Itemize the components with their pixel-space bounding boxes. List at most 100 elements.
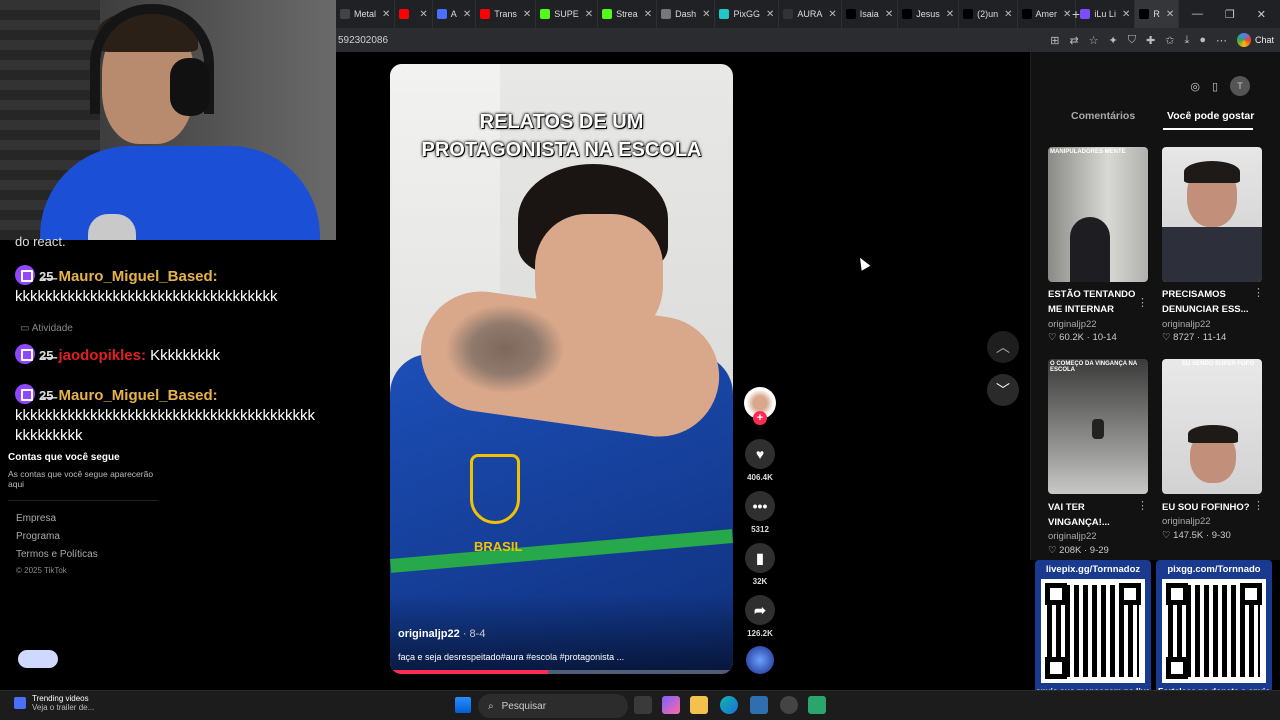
rec-author[interactable]: originaljp22 (1162, 319, 1211, 330)
share-button[interactable]: ➦ 126.2K (743, 595, 777, 638)
minimize-button[interactable]: — (1192, 8, 1203, 20)
edge-browser-icon[interactable] (720, 696, 738, 714)
coin-icon[interactable]: ◎ (1190, 80, 1200, 93)
copilot-app-icon[interactable] (662, 696, 680, 714)
browser-tab[interactable]: Trans ✕ (476, 0, 537, 28)
streamlabs-icon[interactable] (808, 696, 826, 714)
close-tab-icon[interactable]: ✕ (419, 9, 427, 20)
rec-thumbnail[interactable]: O COMEÇO DA VINGANÇA NA ESCOLA (1048, 359, 1148, 494)
rec-title[interactable]: VAI TER VINGANÇA!... (1048, 500, 1140, 530)
more-options-icon[interactable]: ⋮ (1253, 286, 1264, 299)
tab-favicon-icon (719, 9, 730, 19)
obs-studio-icon[interactable] (780, 696, 798, 714)
browser-tab[interactable]: Strea ✕ (598, 0, 658, 28)
browser-tab[interactable]: Amer ✕ (1018, 0, 1077, 28)
app-icon[interactable]: ⊞ (1050, 34, 1059, 47)
profile-icon[interactable]: ● (1199, 34, 1206, 46)
previous-video-button[interactable]: ︿ (987, 331, 1019, 363)
close-tab-icon[interactable]: ✕ (644, 9, 652, 20)
rec-title[interactable]: ESTÃO TENTANDO ME INTERNAR (1048, 287, 1140, 317)
more-options-icon[interactable]: ⋮ (1137, 296, 1148, 309)
browser-tab[interactable]: ✕ (395, 0, 433, 28)
video-author-name[interactable]: originaljp22 (398, 628, 460, 640)
address-bar[interactable]: 592302086 ⊞ ⇄ ☆ ✦ ⛉ ✚ ✩ ⤓ ● ⋯ Chat (336, 28, 1280, 52)
video-player[interactable]: BRASIL RELATOS DE UM PROTAGONISTA NA ESC… (390, 64, 733, 674)
more-options-icon[interactable]: ⋮ (1137, 499, 1148, 512)
obs-preview-icon[interactable] (750, 696, 768, 714)
task-view-icon[interactable] (634, 696, 652, 714)
comment-button[interactable]: ••• 5312 (743, 491, 777, 534)
browser-tab[interactable]: Dash ✕ (657, 0, 716, 28)
browser-tab[interactable]: PixGG ✕ (715, 0, 780, 28)
save-button[interactable]: ▮ 32K (743, 543, 777, 586)
close-tab-icon[interactable]: ✕ (828, 9, 836, 20)
close-tab-icon[interactable]: ✕ (946, 9, 954, 20)
footer-link-programa[interactable]: Programa (16, 531, 60, 542)
user-avatar[interactable]: T (1230, 76, 1250, 96)
more-options-icon[interactable]: ⋮ (1253, 499, 1264, 512)
chat-username[interactable]: Mauro_Miguel_Based: (58, 268, 217, 285)
rec-thumbnail[interactable]: EU SENDO SUPER FOFO (1162, 359, 1262, 494)
rec-author[interactable]: originaljp22 (1048, 531, 1097, 542)
close-window-button[interactable]: ✕ (1257, 8, 1266, 21)
url-text[interactable]: 592302086 (336, 35, 388, 46)
close-tab-icon[interactable]: ✕ (766, 9, 774, 20)
extension-icon[interactable]: ✦ (1109, 34, 1118, 47)
video-caption[interactable]: faça e seja desrespeitado#aura #escola #… (398, 652, 624, 662)
music-disc-icon[interactable] (746, 646, 774, 674)
translate-icon[interactable]: ⇄ (1069, 34, 1078, 47)
like-button[interactable]: ♥ 406.4K (743, 439, 777, 482)
rec-thumbnail[interactable]: MANIPULADORES MENTE (1048, 147, 1148, 282)
activity-label[interactable]: ▭ Atividade (20, 323, 73, 334)
shield-icon[interactable]: ⛉ (1128, 34, 1136, 47)
follow-plus-icon[interactable]: + (753, 411, 767, 425)
close-tab-icon[interactable]: ✕ (382, 9, 390, 20)
browser-tab[interactable]: Jesus ✕ (898, 0, 960, 28)
video-progress-bar[interactable] (390, 670, 733, 674)
footer-link-termos[interactable]: Termos e Políticas (16, 549, 98, 560)
rec-thumbnail[interactable] (1162, 147, 1262, 282)
next-video-button[interactable]: ﹀ (987, 374, 1019, 406)
close-tab-icon[interactable]: ✕ (1166, 9, 1174, 20)
close-tab-icon[interactable]: ✕ (523, 9, 531, 20)
browser-tab[interactable]: (2)un ✕ (959, 0, 1018, 28)
footer-link-empresa[interactable]: Empresa (16, 513, 56, 524)
rec-title[interactable]: PRECISAMOS DENUNCIAR ESS... (1162, 287, 1254, 317)
tab-comments[interactable]: Comentários (1071, 110, 1135, 122)
close-tab-icon[interactable]: ✕ (1004, 9, 1012, 20)
tab-you-may-like[interactable]: Você pode gostar (1167, 110, 1254, 122)
file-explorer-icon[interactable] (690, 696, 708, 714)
puzzle-icon[interactable]: ✚ (1146, 34, 1155, 47)
rec-title[interactable]: EU SOU FOFINHO? (1162, 500, 1254, 515)
favorites-icon[interactable]: ✩ (1165, 34, 1174, 47)
rec-author[interactable]: originaljp22 (1048, 319, 1097, 330)
close-tab-icon[interactable]: ✕ (1122, 9, 1130, 20)
chat-username[interactable]: Mauro_Miguel_Based: (58, 387, 217, 404)
close-tab-icon[interactable]: ✕ (885, 9, 893, 20)
close-tab-icon[interactable]: ✕ (463, 9, 471, 20)
windows-start-icon[interactable] (455, 697, 471, 713)
device-icon[interactable]: ▯ (1212, 80, 1218, 93)
close-tab-icon[interactable]: ✕ (585, 9, 593, 20)
close-tab-icon[interactable]: ✕ (1063, 9, 1071, 20)
browser-tab[interactable]: Isaia ✕ (842, 0, 899, 28)
browser-tab[interactable]: SUPE ✕ (536, 0, 599, 28)
more-icon[interactable]: ⋯ (1216, 34, 1227, 47)
download-icon[interactable]: ⤓ (1184, 34, 1189, 47)
chat-username[interactable]: jaodopikles: (58, 347, 146, 364)
rec-author[interactable]: originaljp22 (1162, 516, 1211, 527)
browser-tab[interactable]: iLu Li ✕ (1076, 0, 1136, 28)
video-author[interactable]: originaljp22 · 8-4 (398, 628, 485, 640)
close-tab-icon[interactable]: ✕ (702, 9, 710, 20)
browser-tab[interactable]: R ✕ (1135, 0, 1180, 28)
maximize-button[interactable]: ❐ (1225, 8, 1235, 21)
taskbar-search[interactable]: ⌕ Pesquisar (478, 694, 628, 718)
browser-tab[interactable]: A ✕ (433, 0, 477, 28)
browser-tab[interactable]: AURA ✕ (779, 0, 842, 28)
copilot-chat-button[interactable]: Chat (1236, 33, 1274, 47)
assistant-badge-icon[interactable] (18, 650, 58, 668)
star-icon[interactable]: ☆ (1089, 34, 1099, 47)
new-tab-icon[interactable]: + (1072, 6, 1080, 22)
browser-tab[interactable]: Metal ✕ (336, 0, 396, 28)
news-widget[interactable]: Trending videos Veja o trailer de... (14, 694, 94, 712)
